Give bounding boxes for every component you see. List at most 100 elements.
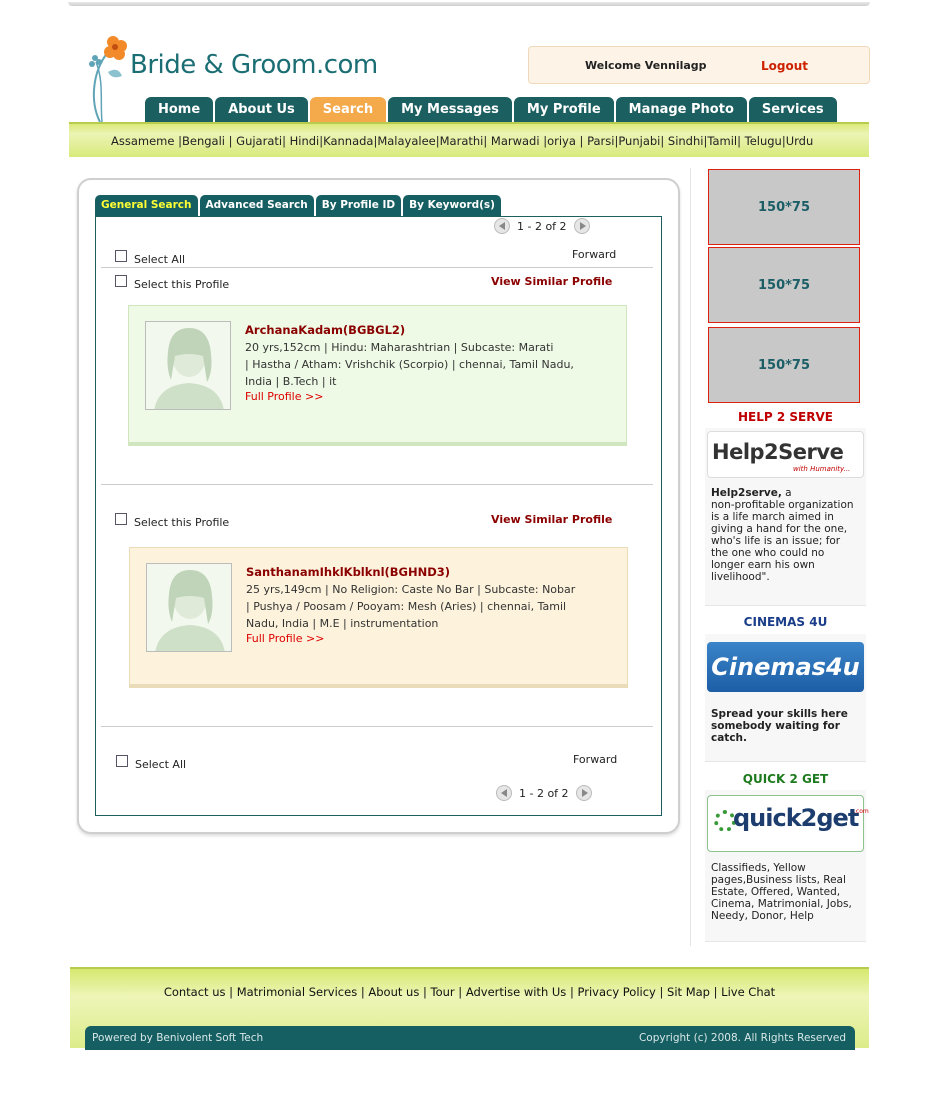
help2serve-logo-tagline: with Humanity...: [793, 465, 851, 473]
column-divider: [690, 168, 691, 946]
footer-link-advertise[interactable]: Advertise with Us: [466, 985, 566, 999]
divider: [101, 484, 653, 485]
view-similar-profile-link[interactable]: View Similar Profile: [491, 513, 612, 526]
profile-details-line: 25 yrs,149cm | No Religion: Caste No Bar…: [246, 583, 576, 596]
welcome-text: Welcome Vennilagp: [585, 59, 707, 72]
pager-text: 1 - 2 of 2: [517, 219, 567, 233]
quick2get-logo-suffix: .com: [854, 808, 869, 815]
select-profile-checkbox[interactable]: [115, 513, 127, 525]
next-page-icon[interactable]: [573, 218, 590, 234]
pager-text: 1 - 2 of 2: [519, 786, 569, 800]
forward-link[interactable]: Forward: [573, 753, 617, 766]
help2serve-text: a: [781, 487, 792, 499]
prev-page-icon[interactable]: [496, 785, 512, 801]
nav-tab-search[interactable]: Search: [309, 97, 387, 122]
help2serve-heading: HELP 2 SERVE: [738, 410, 833, 424]
help2serve-box: Help2Serve with Humanity... Help2serve, …: [705, 428, 866, 606]
pager-top: 1 - 2 of 2: [494, 218, 590, 234]
brand-logo-text[interactable]: Bride & Groom.com: [130, 50, 378, 80]
cinemas4u-heading: CINEMAS 4U: [743, 615, 828, 629]
help2serve-text-line: is a life march aimed in: [711, 511, 834, 523]
forward-link[interactable]: Forward: [572, 248, 616, 261]
profile-card: ArchanaKadam(BGBGL2) 20 yrs,152cm | Hind…: [128, 305, 627, 446]
nav-tab-home[interactable]: Home: [145, 97, 214, 122]
footer: Contact us | Matrimonial Services | Abou…: [70, 967, 869, 1050]
ad-banner[interactable]: 150*75: [708, 247, 860, 323]
profile-details: 25 yrs,149cm | No Religion: Caste No Bar…: [246, 581, 616, 632]
welcome-box: Welcome Vennilagp Logout: [528, 46, 870, 84]
nav-tab-services[interactable]: Services: [748, 97, 837, 122]
footer-link-privacy[interactable]: Privacy Policy: [577, 985, 655, 999]
select-profile-checkbox[interactable]: [115, 275, 127, 287]
help2serve-description: Help2serve, a non-profitable organizatio…: [711, 487, 863, 583]
search-type-tabs: General Search Advanced Search By Profil…: [95, 195, 501, 216]
help2serve-logo-text: Help2Serve: [712, 440, 844, 464]
top-border: [68, 2, 870, 6]
full-profile-link[interactable]: Full Profile >>: [246, 632, 616, 645]
cinemas4u-box: Cinemas4u Spread your skills here somebo…: [705, 634, 866, 762]
ad-banner[interactable]: 150*75: [708, 169, 860, 245]
select-profile-label: Select this Profile: [134, 516, 230, 529]
tab-by-keywords[interactable]: By Keyword(s): [403, 195, 501, 216]
prev-page-icon[interactable]: [494, 218, 510, 234]
quick2get-logo-text: quick2get: [733, 804, 859, 832]
language-bar: Assameme |Bengali | Gujarati| Hindi|Kann…: [69, 122, 869, 157]
profile-name[interactable]: ArchanaKadam(BGBGL2): [245, 323, 615, 337]
help2serve-text-line: longer earn his own: [711, 559, 815, 571]
footer-link-tour[interactable]: Tour: [431, 985, 455, 999]
flower-logo-icon: [86, 32, 130, 124]
help2serve-text-line: non-profitable organization: [711, 499, 854, 511]
profile-details-line: | Pushya / Poosam / Pooyam: Mesh (Aries)…: [246, 600, 567, 613]
divider: [101, 726, 653, 727]
tab-general-search[interactable]: General Search: [95, 195, 198, 216]
profile-details-line: India | B.Tech | it: [245, 375, 337, 388]
nav-tab-manage-photo[interactable]: Manage Photo: [615, 97, 747, 122]
profile-photo[interactable]: [145, 321, 231, 410]
next-page-icon[interactable]: [575, 785, 592, 801]
footer-link-about[interactable]: About us: [368, 985, 419, 999]
pager-bottom: 1 - 2 of 2: [496, 785, 592, 801]
tab-advanced-search[interactable]: Advanced Search: [199, 195, 314, 216]
footer-bar: Powered by Benivolent Soft Tech Copyrigh…: [85, 1026, 855, 1050]
help2serve-text-line: who's life is an issue; for: [711, 535, 841, 547]
profile-card: SanthanamIhklKblknl(BGHND3) 25 yrs,149cm…: [129, 547, 628, 688]
profile-details-line: | Hastha / Atham: Vrishchik (Scorpio) | …: [245, 358, 574, 371]
view-similar-profile-link[interactable]: View Similar Profile: [491, 275, 612, 288]
quick2get-description: Classifieds, Yellow pages,Business lists…: [711, 862, 852, 922]
select-profile-label: Select this Profile: [134, 278, 230, 291]
ad-banner[interactable]: 150*75: [708, 327, 860, 403]
footer-link-sitemap[interactable]: Sit Map: [667, 985, 710, 999]
profile-details-line: 20 yrs,152cm | Hindu: Maharashtrian | Su…: [245, 341, 554, 354]
copyright-text: Copyright (c) 2008. All Rights Reserved: [638, 1032, 846, 1044]
language-links[interactable]: Assameme |Bengali | Gujarati| Hindi|Kann…: [111, 134, 813, 148]
profile-photo[interactable]: [146, 563, 232, 652]
quick2get-box: quick2get .com Classifieds, Yellow pages…: [705, 790, 869, 942]
nav-tab-about-us[interactable]: About Us: [215, 97, 308, 122]
profile-name[interactable]: SanthanamIhklKblknl(BGHND3): [246, 565, 616, 579]
powered-by-text: Powered by Benivolent Soft Tech: [92, 1032, 264, 1044]
footer-link-matrimonial-services[interactable]: Matrimonial Services: [237, 985, 358, 999]
select-all-checkbox[interactable]: [115, 250, 127, 262]
footer-link-contact[interactable]: Contact us: [164, 985, 226, 999]
help2serve-text-line: giving a hand for the one,: [711, 523, 848, 535]
select-all-checkbox[interactable]: [116, 755, 128, 767]
nav-tab-my-profile[interactable]: My Profile: [513, 97, 614, 122]
main-nav: Home About Us Search My Messages My Prof…: [145, 97, 837, 122]
select-all-label: Select All: [135, 758, 187, 771]
quick2get-heading: QUICK 2 GET: [742, 772, 829, 786]
quick2get-logo[interactable]: quick2get .com: [707, 795, 869, 852]
profile-details: 20 yrs,152cm | Hindu: Maharashtrian | Su…: [245, 339, 615, 390]
footer-link-live-chat[interactable]: Live Chat: [721, 985, 775, 999]
help2serve-text-line: the one who could no: [711, 547, 825, 559]
help2serve-bold: Help2serve,: [711, 487, 782, 499]
logout-link[interactable]: Logout: [761, 59, 808, 73]
full-profile-link[interactable]: Full Profile >>: [245, 390, 615, 403]
cinemas4u-logo[interactable]: Cinemas4u: [707, 642, 864, 692]
help2serve-logo[interactable]: Help2Serve with Humanity...: [707, 431, 864, 478]
tab-by-profile-id[interactable]: By Profile ID: [315, 195, 402, 216]
divider: [101, 267, 653, 268]
select-all-label: Select All: [134, 253, 186, 266]
cinemas4u-description: Spread your skills here somebody waiting…: [711, 708, 848, 744]
nav-tab-my-messages[interactable]: My Messages: [388, 97, 512, 122]
profile-details-line: Nadu, India | M.E | instrumentation: [246, 617, 439, 630]
